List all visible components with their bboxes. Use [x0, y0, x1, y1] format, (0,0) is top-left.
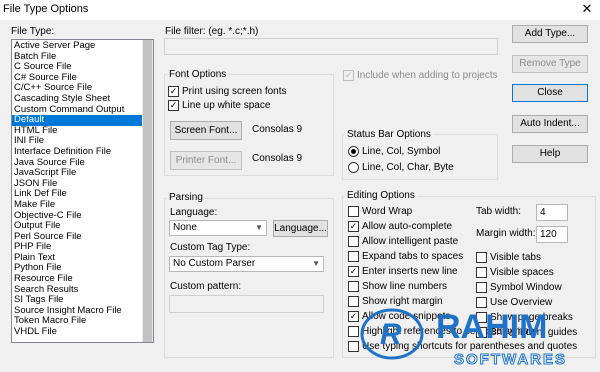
chevron-down-icon: ▼ [255, 223, 263, 232]
editing-option-label: Symbol Window [490, 282, 562, 293]
margin-width-input[interactable]: 120 [536, 226, 568, 243]
custom-pattern-label: Custom pattern: [170, 281, 242, 292]
print-screen-fonts-label: Print using screen fonts [182, 86, 287, 97]
check-icon: ✓ [349, 221, 358, 231]
printer-font-button[interactable]: Printer Font... [170, 151, 242, 170]
line-up-white-space-label: Line up white space [182, 100, 271, 111]
file-type-list[interactable]: Active Server Page Batch File C Source Fil… [11, 39, 154, 343]
language-value: None [173, 222, 197, 233]
editing-option-label: Allow intelligent paste [362, 236, 459, 247]
editing-option-checkbox[interactable] [476, 282, 487, 293]
chevron-down-icon: ▼ [312, 259, 320, 268]
parsing-title: Parsing [167, 192, 205, 203]
add-type-button[interactable]: Add Type... [512, 25, 588, 43]
editing-options-title: Editing Options [345, 190, 417, 201]
editing-option-label: Word Wrap [362, 206, 413, 217]
print-screen-fonts-checkbox[interactable]: ✓ [168, 86, 179, 97]
editing-option-checkbox[interactable] [476, 252, 487, 263]
include-projects-checkbox[interactable]: ✓ [343, 70, 354, 81]
editing-option-label: Visible spaces [490, 267, 554, 278]
margin-width-label: Margin width: [476, 228, 536, 239]
window-title: File Type Options [3, 3, 89, 15]
language-select[interactable]: None ▼ [169, 220, 267, 236]
screen-font-value: Consolas 9 [252, 124, 303, 135]
editing-option-label: Expand tabs to spaces [362, 251, 464, 262]
line-up-white-space-checkbox[interactable]: ✓ [168, 100, 179, 111]
file-type-item[interactable]: Cascading Style Sheet [12, 93, 142, 105]
check-icon: ✓ [169, 100, 178, 110]
screen-font-button[interactable]: Screen Font... [170, 121, 242, 140]
check-icon: ✓ [349, 266, 358, 276]
radio-dot-icon [351, 149, 356, 154]
editing-option-label: Enter inserts new line [362, 266, 458, 277]
editing-option-label: Show line numbers [362, 281, 448, 292]
file-type-item[interactable]: Make File [12, 199, 142, 211]
editing-option-label: Visible tabs [490, 252, 541, 263]
check-icon: ✓ [169, 86, 178, 96]
editing-option-checkbox[interactable]: ✓ [348, 221, 359, 232]
custom-tag-label: Custom Tag Type: [170, 242, 251, 253]
help-button[interactable]: Help [512, 145, 588, 163]
status-line-col-char-byte-label: Line, Col, Char, Byte [362, 162, 454, 173]
file-filter-input[interactable] [164, 38, 498, 55]
file-type-item[interactable]: VHDL File [12, 326, 142, 338]
font-options-title: Font Options [167, 69, 229, 80]
status-bar-title: Status Bar Options [345, 129, 433, 140]
watermark-bottom-text: SOFTWARES [454, 351, 567, 368]
editing-option-checkbox[interactable] [348, 206, 359, 217]
file-type-item[interactable]: Interface Definition File [12, 146, 142, 158]
close-button[interactable]: Close [512, 84, 588, 102]
logo-r-icon: R [380, 318, 402, 351]
tab-width-input[interactable]: 4 [536, 204, 568, 221]
custom-tag-value: No Custom Parser [173, 258, 256, 269]
scrollbar-thumb[interactable] [143, 40, 152, 342]
auto-indent-button[interactable]: Auto Indent... [512, 115, 588, 133]
status-bar-group [342, 134, 498, 180]
status-line-col-symbol-label: Line, Col, Symbol [362, 146, 441, 157]
title-bar: File Type Options ✕ [0, 0, 600, 20]
include-projects-label: Include when adding to projects [357, 70, 498, 81]
file-type-scrollbar[interactable] [142, 40, 153, 342]
editing-option-checkbox[interactable] [348, 251, 359, 262]
editing-option-checkbox[interactable] [476, 267, 487, 278]
language-button[interactable]: Language... [273, 220, 328, 237]
editing-option-label: Allow auto-complete [362, 221, 453, 232]
editing-option-checkbox[interactable] [348, 236, 359, 247]
file-type-items: Active Server Page Batch File C Source Fil… [12, 40, 142, 338]
rahim-softwares-watermark: R RAHIM SOFTWARES [360, 308, 567, 369]
editing-option-checkbox[interactable]: ✓ [348, 266, 359, 277]
language-label: Language: [170, 207, 218, 218]
status-line-col-symbol-radio[interactable] [348, 146, 359, 157]
status-line-col-char-byte-radio[interactable] [348, 162, 359, 173]
check-icon: ✓ [344, 70, 353, 80]
custom-pattern-input[interactable] [169, 295, 324, 313]
file-type-item[interactable]: Active Server Page [12, 40, 142, 52]
custom-tag-select[interactable]: No Custom Parser ▼ [169, 256, 324, 272]
watermark-top-text: RAHIM [436, 308, 547, 346]
printer-font-value: Consolas 9 [252, 153, 303, 164]
file-filter-label: File filter: (eg. *.c;*.h) [165, 26, 259, 37]
close-icon[interactable]: ✕ [579, 1, 595, 17]
remove-type-button[interactable]: Remove Type [512, 55, 588, 73]
editing-option-checkbox[interactable] [348, 281, 359, 292]
file-type-label: File Type: [11, 26, 55, 37]
tab-width-label: Tab width: [476, 206, 522, 217]
